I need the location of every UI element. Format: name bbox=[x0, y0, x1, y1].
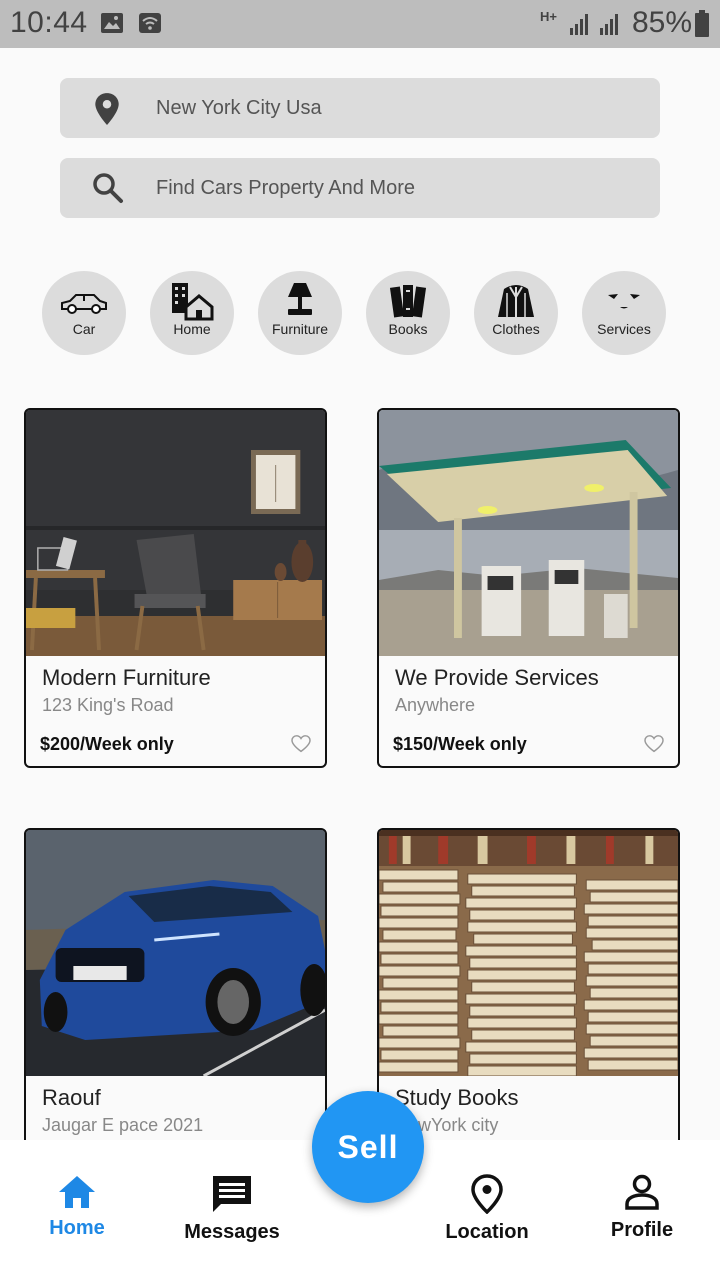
nav-label: Messages bbox=[184, 1221, 280, 1243]
listing-price: $150/Week only bbox=[393, 734, 527, 754]
category-services[interactable]: Services bbox=[582, 271, 666, 355]
lamp-icon bbox=[288, 283, 312, 315]
car-icon bbox=[61, 294, 107, 314]
listing-title: Modern Furniture bbox=[42, 665, 211, 690]
nav-label: Home bbox=[49, 1217, 105, 1239]
category-clothes[interactable]: Clothes bbox=[474, 271, 558, 355]
nav-label: Profile bbox=[610, 1219, 674, 1241]
battery-icon bbox=[695, 10, 709, 37]
search-icon bbox=[93, 173, 123, 203]
search-field[interactable] bbox=[60, 158, 660, 218]
category-label: Car bbox=[72, 321, 96, 337]
location-input[interactable] bbox=[156, 78, 636, 138]
listing-subtitle: 123 King's Road bbox=[42, 695, 174, 715]
category-label: Clothes bbox=[492, 321, 540, 337]
listing-subtitle: Jaugar E pace 2021 bbox=[42, 1115, 204, 1135]
category-car[interactable]: Car bbox=[42, 271, 126, 355]
listing-title: Raouf bbox=[42, 1085, 101, 1110]
listing-image-car bbox=[26, 830, 325, 1076]
category-furniture[interactable]: Furniture bbox=[258, 271, 342, 355]
category-label: Furniture bbox=[271, 321, 329, 337]
image-icon bbox=[101, 13, 123, 33]
listing-image-furniture bbox=[26, 410, 325, 656]
nav-location[interactable]: Location bbox=[412, 1174, 562, 1244]
category-books[interactable]: Books bbox=[366, 271, 450, 355]
category-label: Books bbox=[388, 321, 428, 337]
listing-image-books bbox=[379, 830, 678, 1076]
favorite-heart-icon[interactable] bbox=[291, 735, 311, 753]
signal-icon bbox=[570, 14, 618, 35]
nav-profile[interactable]: Profile bbox=[567, 1174, 717, 1242]
search-input[interactable] bbox=[156, 158, 636, 218]
location-pin-icon bbox=[471, 1174, 503, 1215]
category-label: Home bbox=[173, 321, 211, 337]
category-home[interactable]: Home bbox=[150, 271, 234, 355]
listing-price: $200/Week only bbox=[40, 734, 174, 754]
listing-image-gas-station bbox=[379, 410, 678, 656]
jacket-icon bbox=[498, 285, 534, 317]
status-bar: 10:44 H+ 85% bbox=[0, 0, 720, 48]
battery-percent: 85% bbox=[632, 6, 693, 39]
home-building-icon bbox=[172, 283, 214, 321]
books-icon bbox=[389, 285, 427, 318]
wifi-icon bbox=[139, 13, 161, 33]
person-icon bbox=[625, 1174, 659, 1210]
sell-button[interactable]: Sell bbox=[312, 1091, 424, 1203]
network-type: H+ bbox=[540, 9, 557, 24]
listing-card[interactable]: Modern Furniture 123 King's Road $200/We… bbox=[24, 408, 327, 768]
nav-messages[interactable]: Messages bbox=[157, 1174, 307, 1244]
location-field[interactable] bbox=[60, 78, 660, 138]
category-label: Services bbox=[597, 321, 651, 337]
home-icon bbox=[59, 1176, 95, 1208]
face-icon bbox=[608, 294, 640, 309]
nav-home[interactable]: Home bbox=[2, 1174, 152, 1240]
location-pin-icon bbox=[95, 93, 119, 125]
favorite-heart-icon[interactable] bbox=[644, 735, 664, 753]
message-icon bbox=[213, 1176, 251, 1212]
status-time: 10:44 bbox=[10, 6, 88, 39]
listing-title: We Provide Services bbox=[395, 665, 599, 690]
listing-card[interactable]: We Provide Services Anywhere $150/Week o… bbox=[377, 408, 680, 768]
nav-label: Location bbox=[445, 1221, 529, 1243]
listing-subtitle: Anywhere bbox=[395, 695, 476, 715]
